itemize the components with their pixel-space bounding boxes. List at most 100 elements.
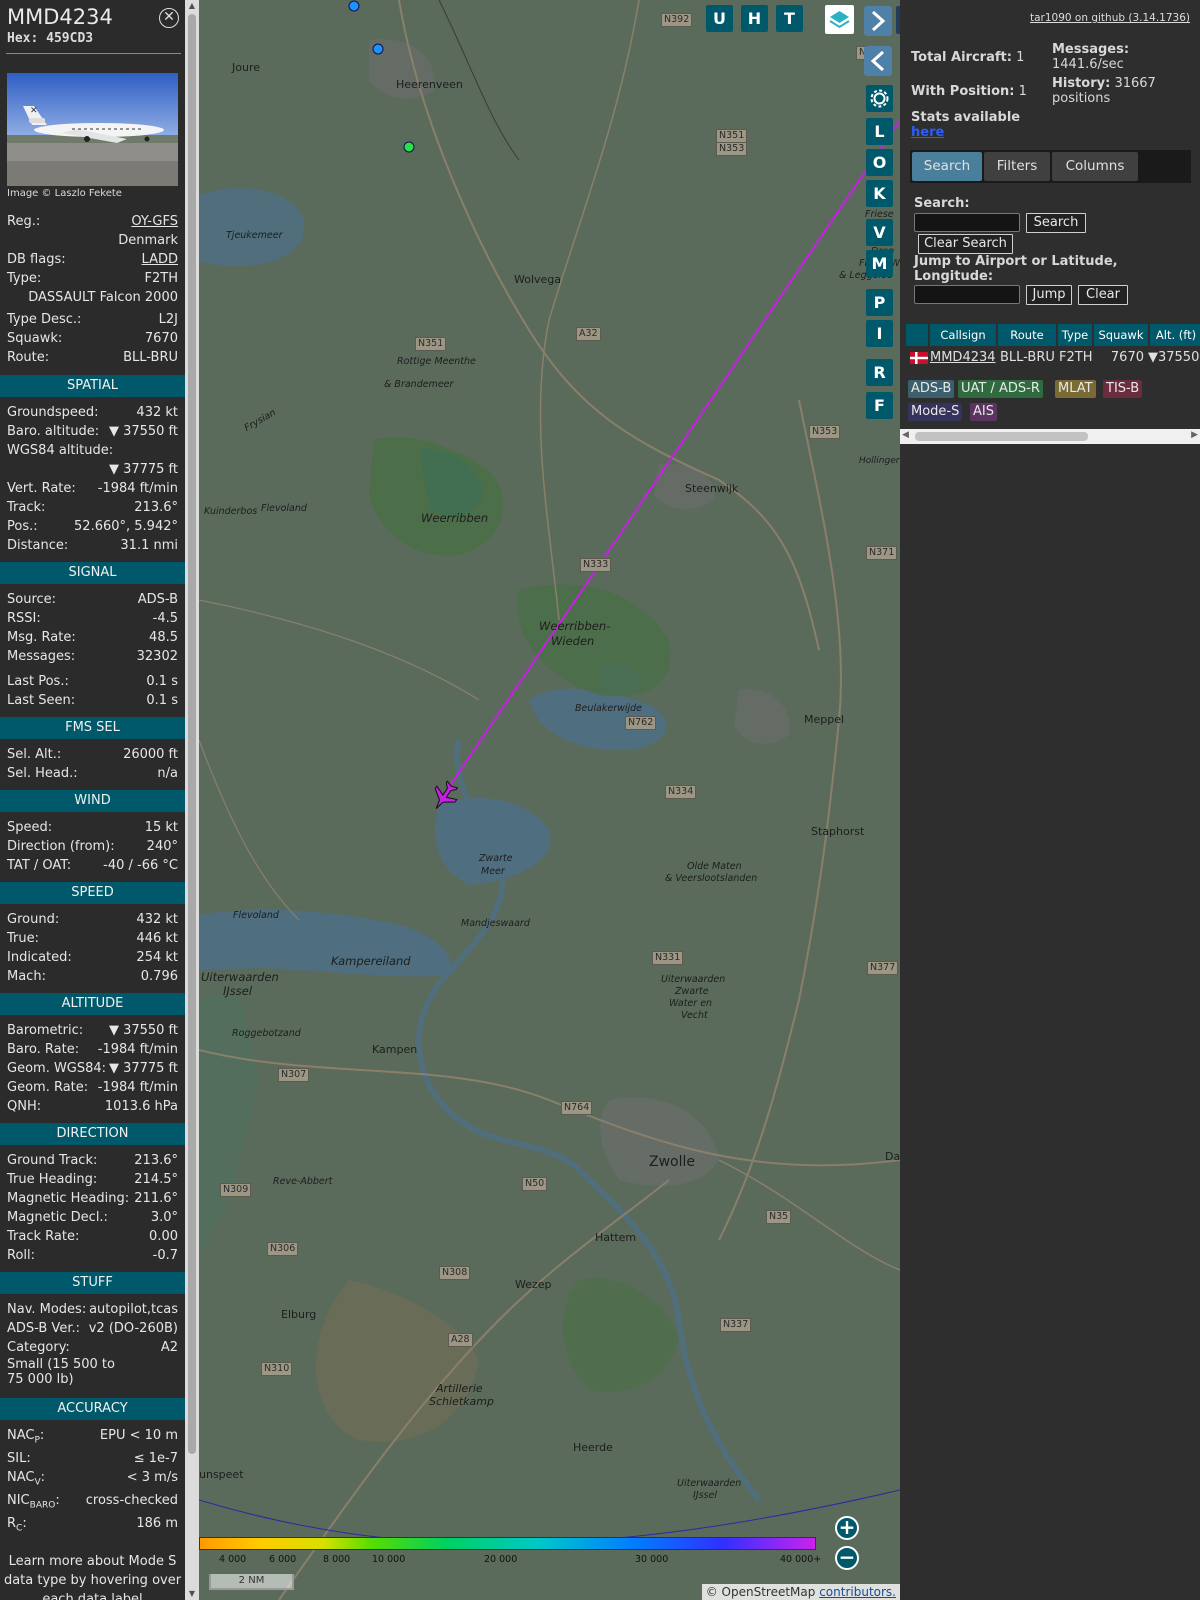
col-type[interactable]: Type: [1058, 324, 1092, 346]
col-flag[interactable]: [906, 324, 928, 346]
scroll-down-icon[interactable]: ▼: [185, 1588, 199, 1600]
section-spatial: SPATIAL: [0, 375, 185, 397]
photo-credit: Image © Laszlo Fekete: [7, 188, 122, 199]
place-label: Wezep: [515, 1278, 552, 1291]
row-nacp: NACP: EPU < 10 m: [7, 1428, 178, 1446]
toggle-m-button[interactable]: M: [866, 250, 893, 277]
scroll-right-icon[interactable]: ▶: [1191, 430, 1198, 440]
row-category: Category: A2: [7, 1340, 178, 1355]
row-ground-track: Ground Track: 213.6°: [7, 1153, 178, 1168]
row-country: Denmark: [118, 233, 178, 248]
jump-input[interactable]: [914, 285, 1020, 304]
aircraft-hex: Hex: 459CD3: [7, 31, 94, 46]
tab-filters[interactable]: Filters: [984, 152, 1050, 181]
col-route[interactable]: Route: [998, 324, 1056, 346]
aircraft-photo[interactable]: ✕: [7, 73, 178, 186]
toggle-h-button[interactable]: H: [741, 5, 768, 32]
road-shield: N308: [439, 1266, 471, 1280]
toggle-o-button[interactable]: O: [866, 149, 893, 176]
row-dbflags: DB flags: LADD: [7, 250, 178, 269]
row-squawk: 7670: [1110, 350, 1144, 365]
gear-icon: [870, 89, 889, 108]
scroll-thumb[interactable]: [915, 432, 1088, 441]
road-shield: N371: [866, 546, 898, 560]
altitude-colorbar: [199, 1537, 816, 1550]
road-shield: N310: [261, 1362, 293, 1376]
place-label: Kampereiland: [331, 954, 411, 968]
place-label: Zwarte: [675, 986, 709, 997]
toggle-f-button[interactable]: F: [866, 392, 893, 419]
road-shield: N353: [716, 142, 748, 156]
road-shield: N762: [625, 716, 657, 730]
row-ground-speed: Ground: 432 kt: [7, 912, 178, 927]
row-qnh: QNH: 1013.6 hPa: [7, 1099, 178, 1114]
search-input[interactable]: [914, 213, 1020, 232]
legend-modes: Mode-S: [908, 403, 963, 421]
help-footer: Learn more about Mode Sdata type by hove…: [3, 1554, 182, 1600]
col-callsign[interactable]: Callsign: [930, 324, 996, 346]
toggle-p-button[interactable]: P: [866, 289, 893, 316]
github-link[interactable]: tar1090 on github (3.14.1736): [1030, 12, 1190, 24]
row-nic: NICBARO: cross-checked: [7, 1493, 178, 1511]
road-shield: N307: [278, 1068, 310, 1082]
section-wind: WIND: [0, 790, 185, 812]
scroll-thumb[interactable]: [188, 14, 196, 1454]
place-label: Meppel: [804, 713, 845, 726]
osm-contributors-link[interactable]: contributors.: [819, 1585, 896, 1599]
flag-denmark-icon: [910, 352, 928, 364]
road-shield: A28: [448, 1333, 473, 1347]
row-source: Source: ADS-B: [7, 592, 178, 607]
tab-search[interactable]: Search: [912, 152, 982, 181]
chevron-right-icon: [871, 10, 886, 32]
stats-link[interactable]: here: [911, 125, 944, 140]
settings-button[interactable]: [866, 85, 893, 112]
scroll-up-icon[interactable]: ▲: [185, 0, 199, 12]
colorbar-label: 6 000: [269, 1554, 297, 1565]
col-squawk[interactable]: Squawk: [1094, 324, 1148, 346]
clear-button[interactable]: Clear: [1078, 285, 1128, 305]
layers-button[interactable]: [825, 5, 854, 34]
search-button[interactable]: Search: [1026, 213, 1086, 233]
legend-uat: UAT / ADS-R: [958, 380, 1043, 398]
scroll-left-icon[interactable]: ◀: [902, 430, 909, 440]
close-icon[interactable]: ✕: [159, 8, 179, 28]
section-altitude: ALTITUDE: [0, 993, 185, 1015]
aircraft-marker-dot[interactable]: [372, 43, 384, 55]
zoom-out-button[interactable]: −: [835, 1546, 859, 1570]
toggle-r-button[interactable]: R: [866, 359, 893, 386]
zoom-in-button[interactable]: +: [835, 1516, 859, 1540]
map-view[interactable]: Heerenveen Joure Tjeukemeer Wolvega Rott…: [199, 0, 900, 1600]
place-label: Schietkamp: [429, 1395, 494, 1408]
road-shield: N351: [716, 129, 748, 143]
layers-icon: [829, 11, 850, 29]
row-baro-alt: Baro. altitude: ▼ 37550 ft: [7, 424, 178, 439]
row-callsign[interactable]: MMD4234: [930, 348, 996, 368]
toggle-v-button[interactable]: V: [866, 219, 893, 246]
reg-link[interactable]: OY-GFS: [131, 212, 178, 231]
place-label: Staphorst: [811, 825, 865, 838]
colorbar-label: 20 000: [484, 1554, 518, 1565]
sidebar-scrollbar[interactable]: ▲ ▼: [185, 0, 199, 1600]
row-indicated-speed: Indicated: 254 kt: [7, 950, 178, 965]
dbflags-link[interactable]: LADD: [142, 250, 178, 269]
table-scrollbar[interactable]: ◀ ▶: [900, 429, 1200, 444]
toggle-k-button[interactable]: K: [866, 180, 893, 207]
toggle-i-button[interactable]: I: [866, 320, 893, 347]
toggle-u-button[interactable]: U: [706, 5, 733, 32]
legend-ais: AIS: [970, 403, 997, 421]
toggle-t-button[interactable]: T: [776, 5, 803, 32]
place-label: Elburg: [281, 1308, 317, 1321]
place-label: Roggebotzand: [232, 1028, 301, 1039]
aircraft-marker-dot[interactable]: [348, 0, 360, 12]
road-shield: N377: [867, 961, 899, 975]
row-geom-rate: Geom. Rate: -1984 ft/min: [7, 1080, 178, 1095]
col-alt[interactable]: Alt. (ft): [1150, 324, 1200, 346]
collapse-button[interactable]: [864, 46, 892, 76]
clear-search-button[interactable]: Clear Search: [918, 234, 1013, 254]
toggle-l-button[interactable]: L: [866, 118, 893, 145]
row-type: F2TH: [1059, 350, 1093, 365]
tab-columns[interactable]: Columns: [1052, 152, 1138, 181]
expand-sidebar-button[interactable]: [864, 6, 892, 36]
jump-button[interactable]: Jump: [1026, 285, 1072, 305]
stats-available: Stats available: [911, 110, 1021, 125]
